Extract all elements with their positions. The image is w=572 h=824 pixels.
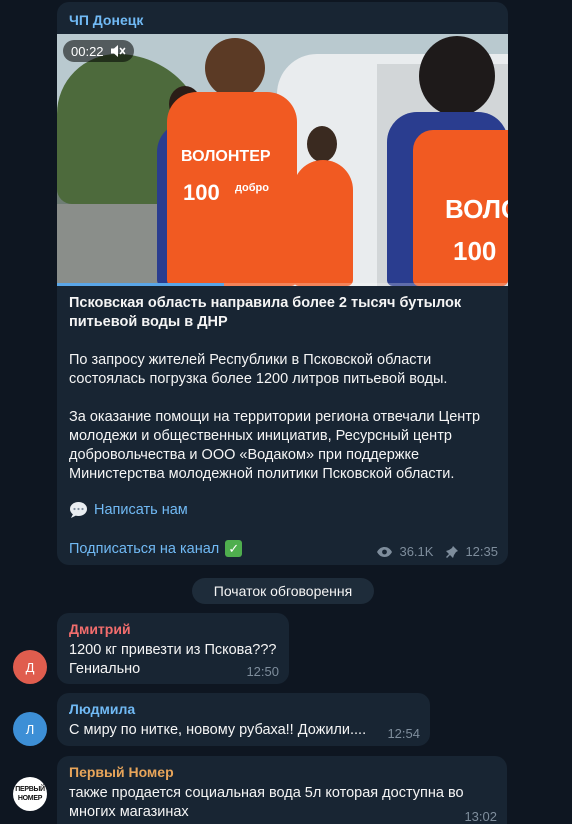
vest-text: 100 [183,180,220,205]
comment-text: 1200 кг привезти из Пскова??? Гениально [69,641,276,679]
comment-text: С миру по нитке, новому рубаха!! Дожили.… [69,721,366,740]
check-mark-icon: ✓ [225,540,243,557]
vest-text: ВОЛО [445,194,508,224]
comment-line: С миру по нитке, новому рубаха!! Дожили.… [69,722,367,738]
avatar[interactable]: Л [13,712,47,746]
comment-line: также продается социальная вода 5л котор… [69,785,464,801]
vest-text: ВОЛОНТЕР [181,148,271,165]
speech-bubble-icon [70,502,87,518]
comment-author[interactable]: Людмила [69,701,135,717]
comment-time: 12:50 [246,664,279,679]
comment-bubble[interactable]: Людмила С миру по нитке, новому рубаха!!… [57,693,430,746]
post-paragraph: За оказание помощи на территории региона… [69,409,481,482]
post-meta: 36.1K 12:35 [376,544,498,559]
comment-bubble[interactable]: Дмитрий 1200 кг привезти из Пскова??? Ге… [57,613,289,684]
discussion-start-label: Початок обговорення [192,578,374,604]
avatar[interactable]: Д [13,650,47,684]
write-us-label: Написать нам [94,502,188,518]
post-paragraph: По запросу жителей Республики в Псковско… [69,352,448,387]
channel-name[interactable]: ЧП Донецк [69,12,143,28]
comment-time: 13:02 [464,809,497,824]
avatar-letter: Л [25,721,35,737]
person-head [205,38,265,98]
comment-line: Гениально [69,661,141,677]
video-time: 00:22 [71,43,104,59]
channel-logo-avatar[interactable]: ПЕРВЫЙ НОМЕР [13,777,47,811]
comment-bubble[interactable]: Первый Номер также продается социальная … [57,756,507,824]
post-time: 12:35 [465,544,498,559]
video-time-badge[interactable]: 00:22 [63,40,134,62]
video-player[interactable]: ВОЛОНТЕР 100 добро ВОЛО 100 00:22 [57,34,508,286]
volunteer-vest [293,160,353,286]
subscribe-link[interactable]: Подписаться на канал ✓ [69,540,243,557]
video-progress-fill [57,283,224,286]
eye-icon [377,546,393,557]
pin-icon [446,545,459,558]
comment-line: 1200 кг привезти из Пскова??? [69,642,277,658]
avatar-letter: Д [25,659,35,675]
subscribe-label: Подписаться на канал [69,540,220,557]
comment-author[interactable]: Первый Номер [69,764,174,780]
write-us-link[interactable]: Написать нам [69,501,188,519]
post-title: Псковская область направила более 2 тыся… [69,295,462,330]
comment-text: также продается социальная вода 5л котор… [69,784,464,822]
person-head [419,36,495,116]
logo-text: ПЕРВЫЙ НОМЕР [15,786,45,802]
speaker-muted-icon[interactable] [110,44,126,58]
vest-text: 100 [453,236,497,266]
video-progress-track[interactable] [57,283,508,286]
comment-author[interactable]: Дмитрий [69,621,131,637]
comment-line: многих магазинах [69,804,189,820]
view-count: 36.1K [399,544,434,559]
channel-post: ЧП Донецк ВОЛОНТЕР 100 добро ВОЛО 100 00… [57,2,508,565]
vest-text: добро [235,182,269,194]
post-text: Псковская область направила более 2 тыся… [69,294,494,503]
comment-time: 12:54 [387,726,420,741]
person-head [307,126,337,162]
